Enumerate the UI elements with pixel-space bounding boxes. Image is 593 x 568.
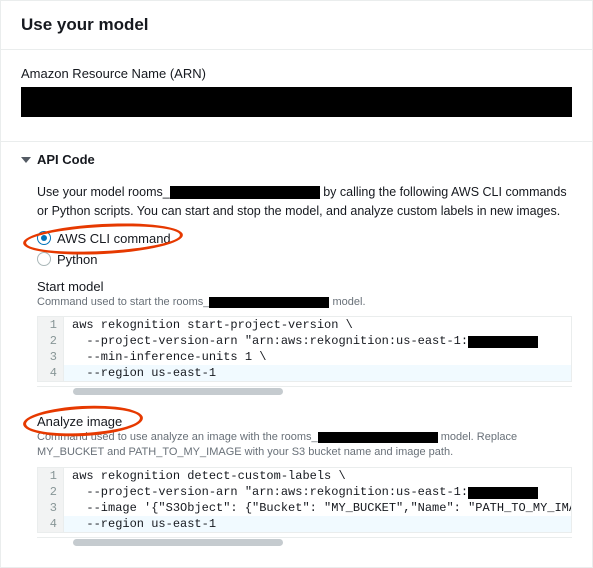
start-model-code[interactable]: 1aws rekognition start-project-version \… — [37, 316, 572, 382]
panel-title: Use your model — [21, 15, 572, 35]
use-your-model-panel: Use your model Amazon Resource Name (ARN… — [0, 0, 593, 568]
code-line: aws rekognition start-project-version \ — [64, 317, 361, 333]
api-code-body: Use your model rooms_ by calling the fol… — [1, 175, 592, 567]
analyze-image-code[interactable]: 1aws rekognition detect-custom-labels \ … — [37, 467, 572, 533]
api-code-description: Use your model rooms_ by calling the fol… — [37, 183, 572, 221]
radio-python[interactable]: Python — [37, 252, 572, 267]
arn-value-redacted[interactable] — [21, 87, 572, 117]
arn-label: Amazon Resource Name (ARN) — [21, 66, 572, 81]
panel-body: Amazon Resource Name (ARN) — [1, 50, 592, 127]
code-line: --project-version-arn "arn:aws:rekogniti… — [64, 484, 546, 500]
redacted-text — [468, 336, 538, 348]
radio-icon — [37, 252, 51, 266]
code-line: aws rekognition detect-custom-labels \ — [64, 468, 354, 484]
analyze-image-heading: Analyze image — [37, 414, 572, 429]
code-line: --region us-east-1 — [64, 516, 224, 532]
desc-prefix: Use your model rooms_ — [37, 185, 170, 199]
radio-label-python: Python — [57, 252, 97, 267]
radio-aws-cli[interactable]: AWS CLI command — [37, 231, 572, 246]
redacted-text — [209, 297, 329, 308]
api-code-title: API Code — [37, 152, 95, 167]
code-line: --region us-east-1 — [64, 365, 224, 381]
code-scrollbar[interactable] — [37, 386, 572, 396]
panel-header: Use your model — [1, 1, 592, 50]
code-type-radio-group: AWS CLI command Python — [37, 231, 572, 267]
start-model-heading: Start model — [37, 279, 572, 294]
redacted-text — [170, 186, 320, 199]
start-model-sub: Command used to start the rooms_ model. — [37, 295, 572, 310]
redacted-text — [318, 432, 438, 443]
code-line: --project-version-arn "arn:aws:rekogniti… — [64, 333, 546, 349]
analyze-image-sub: Command used to use analyze an image wit… — [37, 430, 572, 461]
code-line: --image '{"S3Object": {"Bucket": "MY_BUC… — [64, 500, 572, 516]
radio-label-cli: AWS CLI command — [57, 231, 171, 246]
radio-icon — [37, 231, 51, 245]
code-line: --min-inference-units 1 \ — [64, 349, 274, 365]
triangle-down-icon — [21, 157, 31, 163]
redacted-text — [468, 487, 538, 499]
api-code-expander[interactable]: API Code — [1, 142, 592, 175]
